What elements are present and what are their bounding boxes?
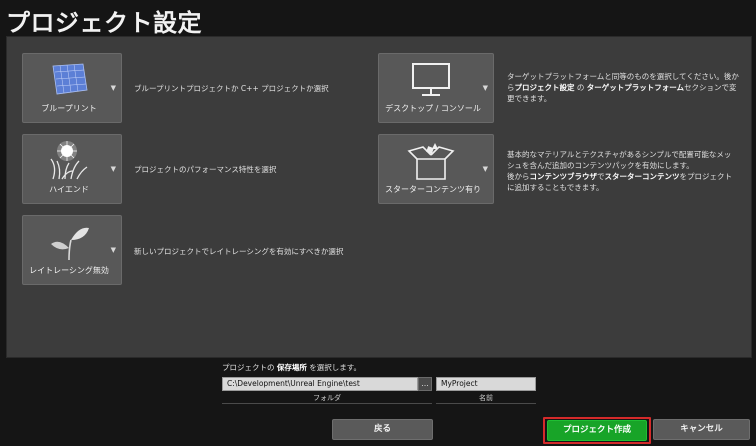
caption-text: プロジェクトの (222, 363, 277, 372)
location-caption: プロジェクトの 保存場所 を選択します。 (222, 362, 361, 373)
description-emphasis: プロジェクト設定 (514, 83, 575, 92)
card-label: レイトレーシング無効 (29, 266, 109, 275)
chevron-down-icon: ▼ (110, 165, 116, 173)
description-emphasis: スターターコンテンツ (604, 172, 680, 181)
quality-card[interactable]: ハイエンド ▼ (22, 134, 122, 204)
description-text: ら (507, 83, 515, 92)
raytracing-card[interactable]: レイトレーシング無効 ▼ (22, 215, 122, 285)
monitor-icon (412, 63, 450, 96)
chevron-down-icon: ▼ (110, 246, 116, 254)
page-title: プロジェクト設定 (6, 9, 202, 37)
create-project-button[interactable]: プロジェクト作成 (547, 420, 647, 441)
description-line: ターゲットプラットフォームと同等のものを選択してください。後か (507, 72, 739, 81)
name-label: 名前 (479, 394, 493, 402)
description-emphasis: ターゲットプラットフォーム (586, 83, 685, 92)
sprout-icon (51, 227, 89, 261)
description-line: 基本的なマテリアルとテクスチャがあるシンプルで配置可能なメッ (507, 150, 732, 159)
open-box-icon (407, 143, 455, 180)
description-text: で (597, 172, 605, 181)
description-line: 更できます。 (507, 94, 552, 103)
create-button-highlight: プロジェクト作成 (543, 417, 651, 444)
description-emphasis: コンテンツブラウザ (529, 172, 598, 181)
folder-label: フォルダ (313, 394, 341, 402)
card-label: デスクトップ / コンソール (385, 104, 481, 113)
card-label: ブループリント (41, 104, 97, 113)
blueprint-card[interactable]: ブループリント ▼ (22, 53, 122, 123)
description-text: の (574, 83, 587, 92)
description-text: 後から (507, 172, 530, 181)
description-line: シュを含んだ追加のコンテンツパックを有効にします。 (507, 161, 694, 170)
description-line: らプロジェクト設定 の ターゲットプラットフォームセクションで変 (507, 82, 747, 93)
card-label: ハイエンド (49, 185, 89, 194)
chevron-down-icon: ▼ (482, 84, 488, 92)
starter-content-card[interactable]: スターターコンテンツ有り ▼ (378, 134, 494, 204)
card-label: スターターコンテンツ有り (385, 185, 481, 194)
caption-emphasis: 保存場所 (276, 363, 307, 372)
description-text: をプロジェクト (679, 172, 733, 181)
project-name-input[interactable]: MyProject (436, 377, 536, 391)
folder-path-input[interactable]: C:\Development\Unreal Engine\test (222, 377, 418, 391)
platform-card[interactable]: デスクトップ / コンソール ▼ (378, 53, 494, 123)
card-description: プロジェクトのパフォーマンス特性を選択 (134, 165, 277, 174)
description-line: 後からコンテンツブラウザでスターターコンテンツをプロジェクト (507, 171, 747, 182)
settings-panel: ブループリント ▼ ブループリントプロジェクトか C++ プロジェクトか選択 ハ… (6, 36, 752, 358)
card-description: ブループリントプロジェクトか C++ プロジェクトか選択 (134, 84, 329, 93)
blueprint-icon (52, 63, 88, 95)
description-line: に追加することもできます。 (507, 183, 604, 192)
description-text: セクションで変 (684, 83, 737, 92)
sparkle-grass-icon (50, 141, 88, 180)
card-description: ターゲットプラットフォームと同等のものを選択してください。後か らプロジェクト設… (507, 71, 747, 104)
chevron-down-icon: ▼ (110, 84, 116, 92)
card-description: 新しいプロジェクトでレイトレーシングを有効にすべきか選択 (134, 247, 344, 256)
caption-text: を選択します。 (306, 363, 362, 372)
browse-folder-button[interactable]: ... (418, 377, 432, 391)
cancel-button[interactable]: キャンセル (653, 419, 750, 440)
card-description: 基本的なマテリアルとテクスチャがあるシンプルで配置可能なメッ シュを含んだ追加の… (507, 149, 747, 193)
back-button[interactable]: 戻る (332, 419, 433, 440)
chevron-down-icon: ▼ (482, 165, 488, 173)
